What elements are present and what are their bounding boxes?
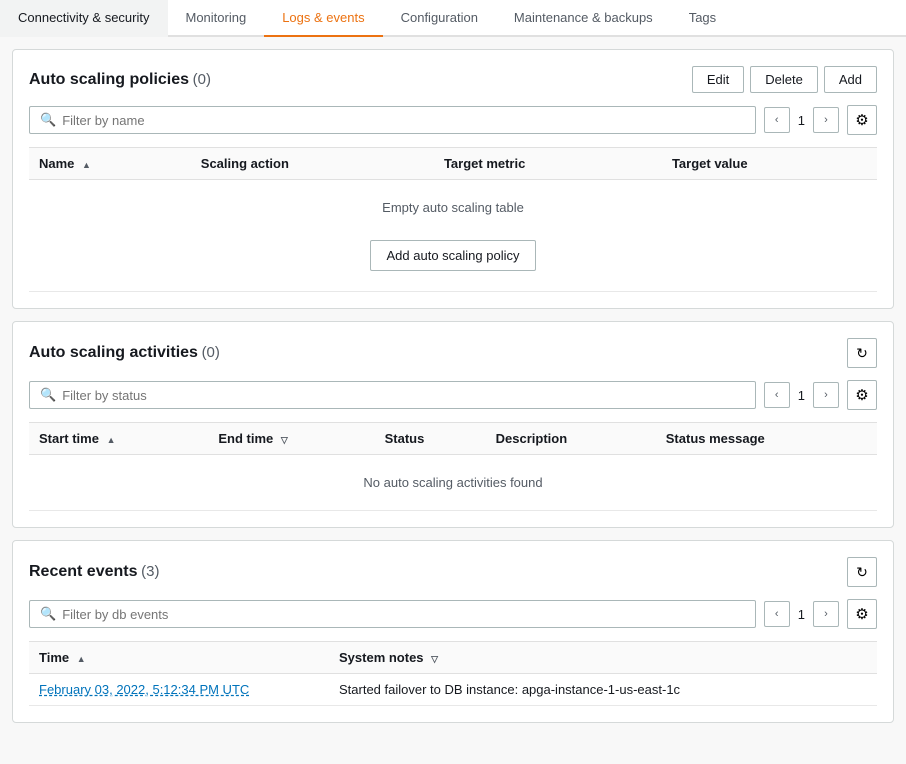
policies-next-page[interactable]: › (813, 107, 839, 133)
activities-refresh-button[interactable]: ↻ (847, 338, 877, 368)
activities-empty-text: No auto scaling activities found (363, 475, 542, 490)
policies-search-input[interactable] (62, 113, 745, 128)
gear-icon-events: ⚙ (855, 605, 868, 623)
events-prev-page[interactable]: ‹ (764, 601, 790, 627)
events-table: Time System notes February 03, 2022, 5:1… (29, 641, 877, 706)
name-sort-icon (82, 160, 91, 170)
policies-col-target-metric[interactable]: Target metric (434, 148, 662, 180)
activities-next-page[interactable]: › (813, 382, 839, 408)
autoscaling-activities-section: Auto scaling activities (0) ↻ 🔍 ‹ 1 › ⚙ … (12, 321, 894, 528)
activities-table: Start time End time Status Description S… (29, 422, 877, 511)
events-col-time[interactable]: Time (29, 642, 329, 674)
policies-col-scaling-action[interactable]: Scaling action (191, 148, 434, 180)
activities-header: Auto scaling activities (0) ↻ (29, 338, 877, 368)
activities-col-status[interactable]: Status (375, 423, 486, 455)
tab-logs-events[interactable]: Logs & events (264, 0, 382, 37)
tab-configuration[interactable]: Configuration (383, 0, 496, 37)
events-header: Recent events (3) ↻ (29, 557, 877, 587)
activities-col-status-message[interactable]: Status message (656, 423, 877, 455)
events-title-group: Recent events (3) (29, 563, 159, 581)
activities-filter-row: 🔍 ‹ 1 › ⚙ (29, 380, 877, 410)
event-time: February 03, 2022, 5:12:34 PM UTC (29, 674, 329, 706)
policies-col-target-value[interactable]: Target value (662, 148, 877, 180)
activities-col-end-time[interactable]: End time (208, 423, 374, 455)
refresh-icon: ↻ (856, 345, 868, 362)
activities-prev-page[interactable]: ‹ (764, 382, 790, 408)
tab-bar: Connectivity & security Monitoring Logs … (0, 0, 906, 37)
time-sort-icon (77, 654, 86, 664)
notes-sort-icon (431, 654, 438, 665)
policies-search-bar[interactable]: 🔍 (29, 106, 756, 134)
activities-title-group: Auto scaling activities (0) (29, 344, 220, 362)
start-time-sort-icon (107, 435, 116, 445)
activities-count: (0) (202, 344, 220, 361)
delete-policy-button[interactable]: Delete (750, 66, 818, 93)
events-actions: ↻ (847, 557, 877, 587)
tab-monitoring[interactable]: Monitoring (168, 0, 265, 37)
end-time-sort-icon (281, 435, 288, 446)
policies-empty-row: Empty auto scaling table Add auto scalin… (29, 180, 877, 292)
policies-header: Auto scaling policies (0) Edit Delete Ad… (29, 66, 877, 93)
policies-title-group: Auto scaling policies (0) (29, 71, 211, 89)
tab-tags[interactable]: Tags (671, 0, 734, 37)
events-next-page[interactable]: › (813, 601, 839, 627)
activities-search-input[interactable] (62, 388, 745, 403)
add-auto-scaling-policy-button[interactable]: Add auto scaling policy (370, 240, 537, 271)
gear-icon-activities: ⚙ (855, 386, 868, 404)
search-icon-activities: 🔍 (40, 387, 56, 403)
activities-empty-row: No auto scaling activities found (29, 455, 877, 511)
events-search-input[interactable] (62, 607, 745, 622)
policies-actions: Edit Delete Add (692, 66, 877, 93)
policies-settings-button[interactable]: ⚙ (847, 105, 877, 135)
policies-empty-text: Empty auto scaling table (382, 200, 524, 215)
policies-page-number: 1 (798, 113, 805, 128)
policies-filter-row: 🔍 ‹ 1 › ⚙ (29, 105, 877, 135)
events-page-number: 1 (798, 607, 805, 622)
events-refresh-button[interactable]: ↻ (847, 557, 877, 587)
tab-maintenance[interactable]: Maintenance & backups (496, 0, 671, 37)
activities-page-number: 1 (798, 388, 805, 403)
policies-prev-page[interactable]: ‹ (764, 107, 790, 133)
autoscaling-policies-section: Auto scaling policies (0) Edit Delete Ad… (12, 49, 894, 309)
policies-table: Name Scaling action Target metric Target… (29, 147, 877, 292)
refresh-icon-events: ↻ (856, 564, 868, 581)
events-title: Recent events (29, 563, 138, 580)
edit-policy-button[interactable]: Edit (692, 66, 744, 93)
event-notes: Started failover to DB instance: apga-in… (329, 674, 877, 706)
activities-search-bar[interactable]: 🔍 (29, 381, 756, 409)
activities-col-description[interactable]: Description (486, 423, 656, 455)
gear-icon: ⚙ (855, 111, 868, 129)
events-count: (3) (141, 563, 159, 580)
policies-title: Auto scaling policies (29, 71, 189, 88)
events-settings-button[interactable]: ⚙ (847, 599, 877, 629)
search-icon: 🔍 (40, 112, 56, 128)
recent-events-section: Recent events (3) ↻ 🔍 ‹ 1 › ⚙ Time (12, 540, 894, 723)
activities-actions: ↻ (847, 338, 877, 368)
events-col-system-notes[interactable]: System notes (329, 642, 877, 674)
policies-col-name[interactable]: Name (29, 148, 191, 180)
table-row: February 03, 2022, 5:12:34 PM UTC Starte… (29, 674, 877, 706)
activities-col-start-time[interactable]: Start time (29, 423, 208, 455)
search-icon-events: 🔍 (40, 606, 56, 622)
events-filter-row: 🔍 ‹ 1 › ⚙ (29, 599, 877, 629)
policies-count: (0) (193, 71, 211, 88)
activities-settings-button[interactable]: ⚙ (847, 380, 877, 410)
event-time-link[interactable]: February 03, 2022, 5:12:34 PM UTC (39, 682, 249, 697)
add-policy-button[interactable]: Add (824, 66, 877, 93)
tab-connectivity[interactable]: Connectivity & security (0, 0, 168, 37)
events-search-bar[interactable]: 🔍 (29, 600, 756, 628)
activities-title: Auto scaling activities (29, 344, 198, 361)
